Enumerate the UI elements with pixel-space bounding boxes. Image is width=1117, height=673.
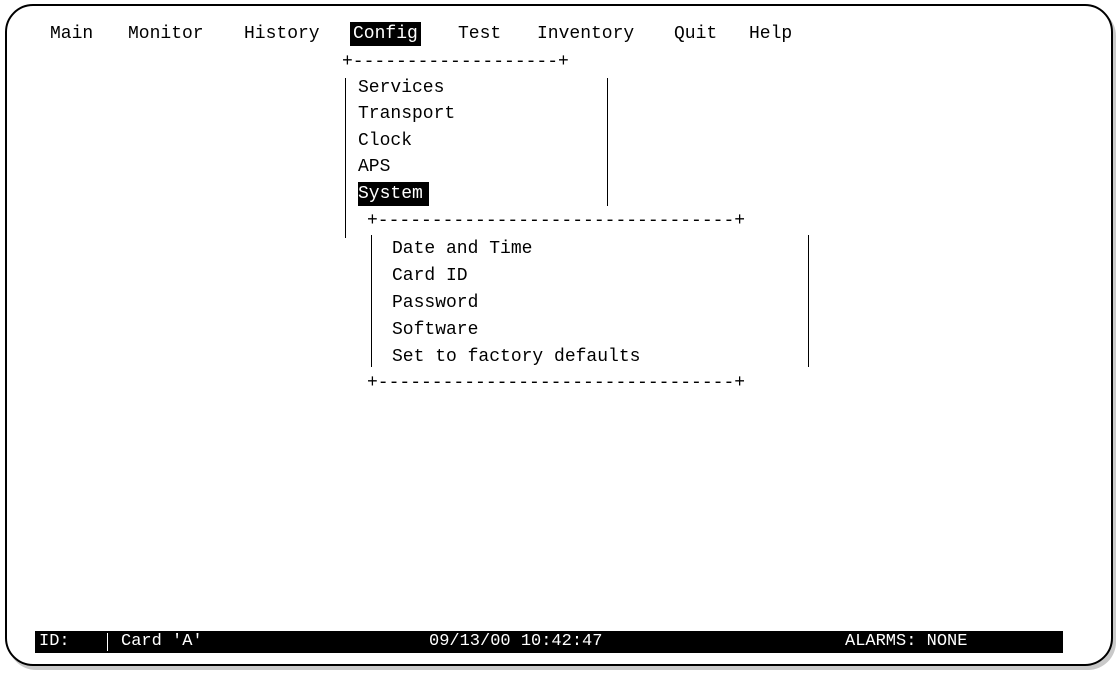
system-item-date-time[interactable]: Date and Time xyxy=(392,237,532,261)
system-item-software[interactable]: Software xyxy=(392,318,478,342)
menu-test[interactable]: Test xyxy=(455,22,504,46)
config-dropdown-left-border xyxy=(345,78,346,238)
config-item-aps[interactable]: APS xyxy=(358,155,390,179)
menu-history[interactable]: History xyxy=(241,22,323,46)
system-submenu-left-border xyxy=(371,235,372,367)
system-item-factory-defaults[interactable]: Set to factory defaults xyxy=(392,345,640,369)
status-separator xyxy=(107,633,108,651)
menu-monitor[interactable]: Monitor xyxy=(125,22,207,46)
status-card: Card 'A' xyxy=(121,632,203,651)
system-submenu-right-border xyxy=(808,235,809,367)
menu-inventory[interactable]: Inventory xyxy=(534,22,637,46)
status-alarms: ALARMS: NONE xyxy=(845,632,968,651)
system-item-password[interactable]: Password xyxy=(392,291,478,315)
config-item-services[interactable]: Services xyxy=(358,76,444,100)
config-item-transport[interactable]: Transport xyxy=(358,102,455,126)
system-item-card-id[interactable]: Card ID xyxy=(392,264,468,288)
config-dropdown-top-border: +-------------------+ xyxy=(342,52,569,72)
status-datetime: 09/13/00 10:42:47 xyxy=(429,632,603,651)
terminal-screen: Main Monitor History Config Test Invento… xyxy=(5,4,1113,666)
status-id-label: ID: xyxy=(39,632,70,651)
system-submenu-bottom-border: +---------------------------------+ xyxy=(367,373,746,393)
config-item-clock[interactable]: Clock xyxy=(358,129,412,153)
config-item-system[interactable]: System xyxy=(358,182,429,206)
config-dropdown-right-border xyxy=(607,78,608,206)
menu-quit[interactable]: Quit xyxy=(671,22,720,46)
status-bar: ID: Card 'A' 09/13/00 10:42:47 ALARMS: N… xyxy=(35,631,1063,653)
system-submenu-top-border: +---------------------------------+ xyxy=(367,211,746,231)
menu-main[interactable]: Main xyxy=(47,22,96,46)
menu-config[interactable]: Config xyxy=(350,22,421,46)
menu-help[interactable]: Help xyxy=(746,22,795,46)
